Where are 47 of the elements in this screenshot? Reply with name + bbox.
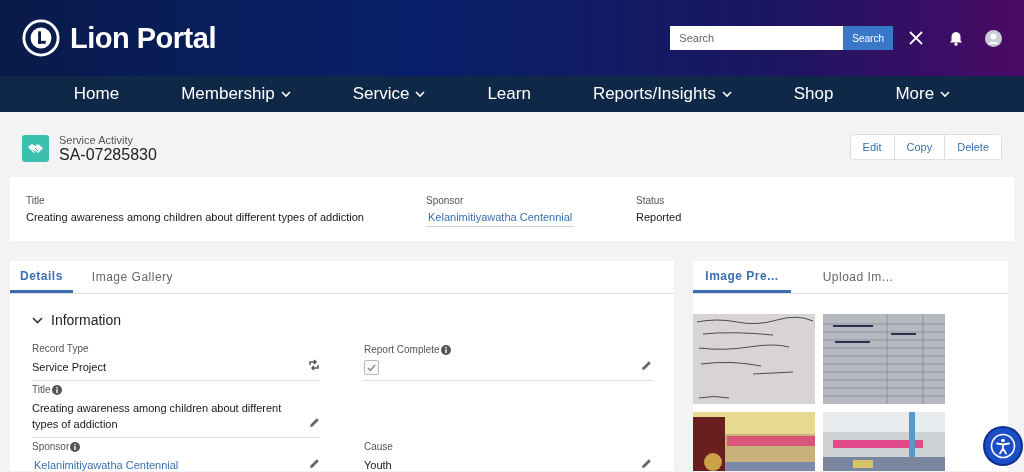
- bell-icon[interactable]: [949, 30, 963, 46]
- field-label: Sponsor: [32, 441, 70, 452]
- section-header[interactable]: Information: [10, 294, 122, 328]
- field-value: Reported: [636, 211, 682, 223]
- field-label: Status: [636, 195, 666, 206]
- field-label: Record Type: [32, 343, 89, 354]
- field-value: Service Project: [32, 360, 106, 375]
- nav-link[interactable]: Home: [42, 84, 151, 104]
- nav-link[interactable]: More: [864, 84, 982, 104]
- search-field[interactable]: Search: [670, 26, 844, 50]
- accessibility-button[interactable]: [985, 428, 1021, 464]
- record-number: SA-07285830: [59, 146, 158, 164]
- nav-link[interactable]: Reports/Insights: [561, 84, 763, 104]
- action-button[interactable]: Delete: [944, 135, 1001, 159]
- tab[interactable]: Details: [10, 261, 73, 293]
- field-value: Creating awareness among children about different types of addiction: [26, 211, 365, 223]
- tab[interactable]: Upload Im...: [809, 261, 907, 293]
- pencil-icon[interactable]: [641, 360, 652, 371]
- info-icon[interactable]: [440, 344, 451, 355]
- user-avatar-icon[interactable]: [985, 29, 1002, 47]
- field-label: Sponsor: [426, 195, 465, 206]
- field-label: Report Complete: [364, 344, 440, 355]
- object-type: Service Activity: [59, 134, 134, 146]
- info-icon[interactable]: [70, 441, 81, 452]
- handshake-icon: [22, 135, 49, 162]
- nav-link[interactable]: Service: [321, 84, 457, 104]
- tab[interactable]: Image Gallery: [81, 261, 184, 293]
- field-value: Youth: [364, 458, 393, 471]
- search-button[interactable]: Search: [843, 26, 893, 50]
- field-label: Cause: [364, 441, 393, 452]
- pencil-icon[interactable]: [641, 458, 652, 469]
- change-record-type-icon[interactable]: [308, 359, 320, 371]
- close-icon[interactable]: [909, 31, 923, 45]
- info-icon[interactable]: [51, 384, 62, 395]
- sponsor-link[interactable]: Kelanimitiyawatha Centennial: [32, 457, 181, 471]
- lions-emblem-icon: [22, 19, 60, 57]
- nav-link[interactable]: Membership: [150, 84, 322, 104]
- nav-link[interactable]: Learn: [456, 84, 562, 104]
- field-label: Title: [32, 384, 51, 395]
- field-label: Title: [26, 195, 46, 206]
- field-value: Creating awareness among children about different types of addiction: [32, 401, 283, 432]
- nav-link[interactable]: Shop: [762, 84, 865, 104]
- pencil-icon[interactable]: [309, 417, 320, 428]
- sponsor-link[interactable]: Kelanimitiyawatha Centennial: [426, 211, 575, 227]
- portal-title: Lion Portal: [70, 21, 216, 55]
- tab[interactable]: Image Pre...: [693, 261, 791, 293]
- pencil-icon[interactable]: [309, 458, 320, 469]
